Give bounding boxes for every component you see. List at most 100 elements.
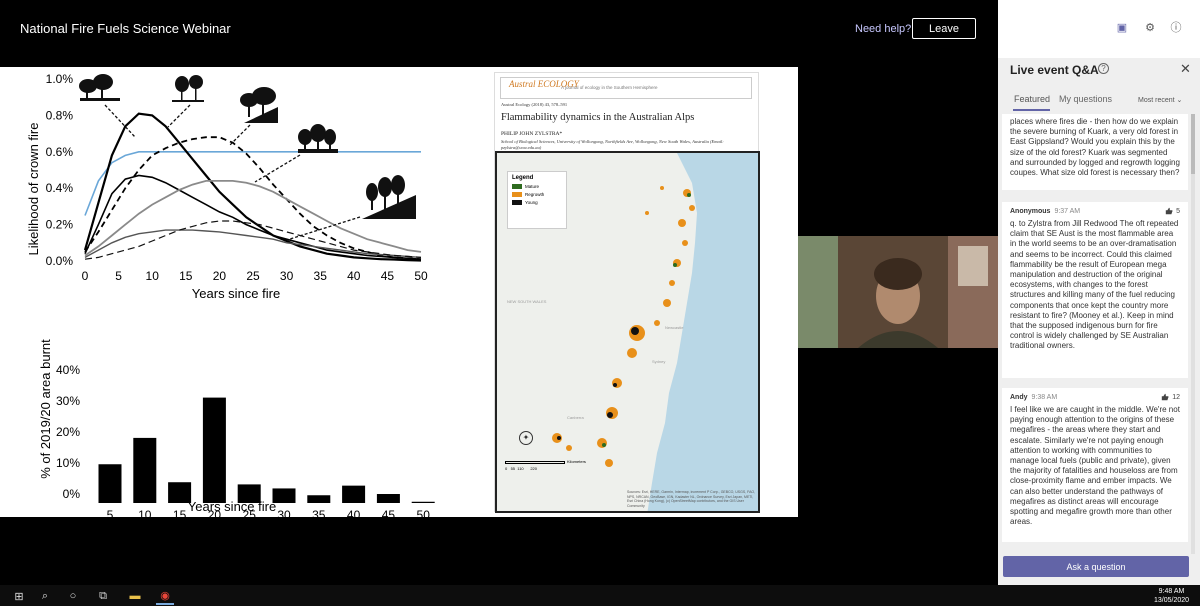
legend-title: Legend: [512, 175, 534, 181]
bar: [98, 464, 122, 503]
question-time: 9:37 AM: [1054, 207, 1081, 215]
info-icon[interactable]: ⓘ: [1170, 22, 1182, 34]
legend-swatch: [512, 192, 522, 197]
question-text: q. to Zylstra from Jill Redwood The oft …: [1010, 219, 1179, 351]
top-chart-ylabel: Likelihood of crown fire: [26, 123, 41, 256]
windows-start-icon[interactable]: ⊞: [10, 587, 28, 605]
qa-scrollbar[interactable]: [1191, 114, 1195, 554]
y-tick-label: 20%: [56, 425, 80, 439]
x-tick-label: 30: [277, 508, 291, 517]
scrollbar-thumb[interactable]: [1191, 114, 1195, 174]
x-tick-label: 5: [115, 269, 122, 283]
like-button[interactable]: 12: [1161, 393, 1180, 401]
area-burnt-chart: 40%30%20%10%0%5 10 15 20 25 30 35 40 45 50 % of 2…: [38, 339, 435, 517]
y-tick-label: 0.0%: [46, 254, 74, 268]
question-time: 9:38 AM: [1031, 393, 1058, 401]
thumbs-up-icon: [1165, 207, 1173, 215]
x-tick-label: 50: [414, 269, 428, 283]
forest-age-map: Legend Mature Regrowth Young NEW SOUTH W…: [495, 151, 760, 513]
y-tick-label: 30%: [56, 394, 80, 408]
bar: [342, 485, 366, 503]
x-tick-label: 10: [146, 269, 160, 283]
x-tick-label: 45: [382, 508, 396, 517]
y-tick-label: 40%: [56, 363, 80, 377]
bar: [307, 495, 331, 503]
like-count: 12: [1172, 393, 1180, 401]
map-legend: Legend Mature Regrowth Young: [507, 171, 567, 229]
ask-question-button[interactable]: Ask a question: [1003, 556, 1189, 577]
question-card: places where fires die - then how do we …: [1002, 114, 1188, 190]
tab-featured[interactable]: Featured: [1014, 94, 1050, 104]
y-tick-label: 0%: [63, 487, 81, 501]
bottom-chart-xlabel: Years since fire: [188, 499, 276, 514]
legend-item: Mature: [512, 184, 562, 189]
chrome-icon[interactable]: ◉: [156, 587, 174, 605]
series-line: [84, 229, 422, 259]
map-scale-bar: 0 55 110 220: [505, 461, 565, 471]
file-explorer-icon[interactable]: ▬: [126, 587, 144, 605]
legend-label: Mature: [525, 184, 540, 189]
tab-my-questions[interactable]: My questions: [1059, 94, 1112, 104]
legend-label: Regrowth: [525, 192, 545, 197]
system-clock: 9:48 AM 13/05/2020: [1154, 587, 1189, 605]
legend-swatch: [512, 184, 522, 189]
question-text: places where fires die - then how do we …: [1010, 117, 1180, 178]
x-tick-label: 40: [347, 269, 361, 283]
event-title: National Fire Fuels Science Webinar: [20, 21, 231, 36]
chevron-down-icon: ⌄: [1176, 97, 1183, 104]
x-tick-label: 15: [173, 508, 187, 517]
chat-icon[interactable]: ▣: [1116, 22, 1128, 34]
map-city-label: Sydney: [652, 359, 666, 364]
x-tick-label: 35: [314, 269, 328, 283]
close-icon[interactable]: ✕: [1180, 61, 1191, 77]
question-header: Andy 9:38 AM 12: [1010, 393, 1180, 401]
paper-title: Flammability dynamics in the Australian …: [501, 112, 695, 123]
x-tick-label: 10: [138, 508, 152, 517]
need-help-link[interactable]: Need help?: [855, 23, 911, 35]
y-tick-label: 0.4%: [46, 181, 74, 195]
cortana-icon[interactable]: ○: [64, 587, 82, 605]
leave-button[interactable]: Leave: [912, 18, 976, 39]
sort-label: Most recent: [1138, 97, 1175, 104]
question-card: Andy 9:38 AM 12 I feel like we are caugh…: [1002, 388, 1188, 542]
question-text: I feel like we are caught in the middle.…: [1010, 405, 1180, 527]
map-city-label: Newcastle: [665, 325, 684, 330]
bottom-chart-ylabel: % of 2019/20 area burnt: [38, 339, 53, 479]
compass-icon: ✦: [519, 431, 533, 445]
y-tick-label: 10%: [56, 456, 80, 470]
x-tick-label: 25: [246, 269, 260, 283]
presenter-video-frame: [798, 236, 998, 348]
panel-header: ▣ ⚙ ⓘ: [998, 0, 1200, 58]
search-icon[interactable]: ⌕: [36, 587, 54, 605]
presenter-video: [798, 236, 998, 348]
legend-item: Regrowth: [512, 192, 562, 197]
paper-citation: Austral Ecology (2018) 43, 578–591: [501, 102, 568, 107]
gear-icon[interactable]: ⚙: [1144, 22, 1156, 34]
bar: [376, 494, 400, 503]
tree-icon-group: [79, 74, 416, 219]
x-tick-label: 50: [417, 508, 431, 517]
x-tick-label: 40: [347, 508, 361, 517]
legend-swatch: [512, 200, 522, 205]
scale-tick: 110: [517, 466, 524, 471]
y-tick-label: 0.8%: [46, 108, 74, 122]
bar: [202, 397, 226, 503]
presentation-slide: 1.0% 0.8% 0.6% 0.4% 0.2% 0.0% 0 5 10 15 20 25 30 35 40…: [0, 67, 798, 517]
sort-dropdown[interactable]: Most recent ⌄: [1138, 96, 1182, 104]
crown-fire-chart: 1.0% 0.8% 0.6% 0.4% 0.2% 0.0% 0 5 10 15 20 25 30 35 40…: [26, 72, 428, 301]
task-view-icon[interactable]: ⧉: [94, 587, 112, 605]
tree-icon: [172, 75, 204, 102]
taskbar: ⊞ ⌕ ○ ⧉ ▬ ◉: [0, 585, 1200, 606]
like-button[interactable]: 5: [1165, 207, 1180, 215]
tab-underline: [1013, 109, 1050, 111]
question-help-icon[interactable]: ?: [1098, 63, 1109, 74]
top-chart-xlabel: Years since fire: [192, 286, 280, 301]
legend-item: Young: [512, 200, 562, 205]
scale-tick: 55: [510, 466, 516, 471]
x-tick-label: 0: [82, 269, 89, 283]
question-card: Anonymous 9:37 AM 5 q. to Zylstra from J…: [1002, 202, 1188, 378]
y-tick-label: 0.2%: [46, 218, 74, 232]
x-tick-label: 15: [179, 269, 193, 283]
journal-tagline: A journal of ecology in the Southern Hem…: [561, 85, 658, 90]
map-city-label: Canberra: [567, 415, 584, 420]
